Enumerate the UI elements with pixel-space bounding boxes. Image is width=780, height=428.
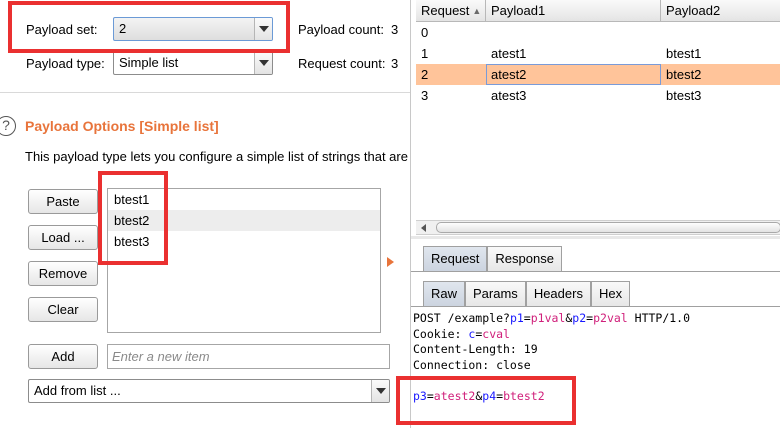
request-line: POST /example?p1=p1val&p2=p2val HTTP/1.0 xyxy=(413,311,780,327)
clear-button[interactable]: Clear xyxy=(28,297,98,322)
column-header-label: Request xyxy=(421,3,470,18)
tab-baseline xyxy=(411,271,780,272)
section-divider xyxy=(0,92,410,93)
add-from-list-select[interactable]: Add from list ... xyxy=(28,379,390,403)
param-name: p4 xyxy=(482,388,497,403)
equals-sign: = xyxy=(426,388,434,403)
request-body-line: p3=atest2&p4=btest2 xyxy=(413,389,780,405)
payload-options-description: This payload type lets you configure a s… xyxy=(25,149,408,164)
results-table: Request ▲ Payload1 Payload2 0 1 atest1 bt… xyxy=(416,0,780,106)
load-button[interactable]: Load ... xyxy=(28,225,98,250)
tab-response[interactable]: Response xyxy=(487,246,562,272)
chevron-down-icon[interactable] xyxy=(254,52,272,74)
table-header: Request ▲ Payload1 Payload2 xyxy=(416,0,780,22)
payload-set-value: 2 xyxy=(119,21,127,36)
cell-payload1: atest1 xyxy=(491,46,527,61)
cell-payload2: btest2 xyxy=(666,67,702,82)
payload-count-label: Payload count: xyxy=(298,22,385,37)
cell-request: 2 xyxy=(421,67,429,82)
list-item[interactable]: btest2 xyxy=(108,210,380,231)
cell-payload1: atest2 xyxy=(486,64,661,85)
cell-payload1 xyxy=(486,22,661,43)
payload-type-label: Payload type: xyxy=(26,56,105,71)
table-row[interactable]: 0 xyxy=(416,22,780,43)
header-name: Cookie: xyxy=(413,326,469,341)
results-panel: Request ▲ Payload1 Payload2 0 1 atest1 bt… xyxy=(410,0,780,428)
tab-request[interactable]: Request xyxy=(423,246,488,272)
sort-ascending-icon: ▲ xyxy=(472,6,482,16)
help-icon[interactable]: ? xyxy=(0,116,16,136)
list-item[interactable]: btest3 xyxy=(108,231,380,252)
param-value: btest2 xyxy=(503,388,545,403)
payload-set-select[interactable]: 2 xyxy=(113,17,273,41)
param-name: p1 xyxy=(509,311,524,325)
message-tabs: Request Response xyxy=(423,246,562,272)
param-name: p3 xyxy=(413,388,427,403)
cell-request: 3 xyxy=(421,88,429,103)
http-version: HTTP/1.0 xyxy=(627,311,691,325)
chevron-down-icon[interactable] xyxy=(254,18,272,40)
table-row-selected[interactable]: 2 atest2 btest2 xyxy=(416,64,780,85)
payload-list[interactable]: btest1 btest2 btest3 xyxy=(107,188,381,333)
connection-line: Connection: close xyxy=(413,357,531,372)
cell-payload2: btest3 xyxy=(666,88,702,103)
tab-raw[interactable]: Raw xyxy=(423,281,466,307)
list-item[interactable]: btest1 xyxy=(108,189,380,210)
scroll-left-icon[interactable] xyxy=(416,221,432,234)
table-row[interactable]: 1 atest1 btest1 xyxy=(416,43,780,64)
tab-headers[interactable]: Headers xyxy=(525,281,591,307)
add-from-list-value: Add from list ... xyxy=(34,383,121,398)
remove-button[interactable]: Remove xyxy=(28,261,98,286)
tab-baseline xyxy=(411,306,780,307)
cell-payload2: btest1 xyxy=(666,46,702,61)
param-value: p2val xyxy=(593,311,628,325)
view-tabs: Raw Params Headers Hex xyxy=(423,281,631,307)
request-count-value: 3 xyxy=(391,56,399,71)
new-item-input[interactable] xyxy=(107,344,390,369)
tab-hex[interactable]: Hex xyxy=(590,281,631,307)
collapse-arrow-icon[interactable] xyxy=(387,257,394,267)
paste-button[interactable]: Paste xyxy=(28,189,98,214)
add-button[interactable]: Add xyxy=(28,344,98,369)
payload-count-value: 3 xyxy=(391,22,399,37)
param-value: atest2 xyxy=(433,388,476,403)
param-name: p2 xyxy=(572,311,587,325)
param-value: cval xyxy=(482,326,510,341)
chevron-down-icon[interactable] xyxy=(371,380,389,402)
split-divider[interactable] xyxy=(411,236,780,239)
raw-request-editor[interactable]: POST /example?p1=p1val&p2=p2val HTTP/1.0… xyxy=(413,311,780,428)
horizontal-scrollbar[interactable] xyxy=(416,220,780,235)
cell-payload2 xyxy=(661,22,780,43)
cell-payload1: atest3 xyxy=(491,88,527,103)
content-length-line: Content-Length: 19 xyxy=(413,342,538,356)
cookie-header-line: Cookie: c=cval xyxy=(413,327,780,343)
request-count-label: Request count: xyxy=(298,56,386,71)
payload-type-select[interactable]: Simple list xyxy=(113,51,273,75)
scrollbar-thumb[interactable] xyxy=(436,222,780,233)
column-header-payload1[interactable]: Payload1 xyxy=(486,0,661,22)
payload-set-label: Payload set: xyxy=(26,22,98,37)
payloads-panel: Payload set: 2 Payload count: 3 Payload … xyxy=(0,0,410,428)
column-header-payload2[interactable]: Payload2 xyxy=(661,0,780,22)
cell-request: 1 xyxy=(421,46,429,61)
payload-options-title: Payload Options [Simple list] xyxy=(25,118,219,134)
payload-type-value: Simple list xyxy=(119,55,179,70)
request-path: POST /example? xyxy=(413,311,510,325)
equals-sign: = xyxy=(523,311,531,325)
cell-request: 0 xyxy=(421,25,429,40)
column-header-request[interactable]: Request ▲ xyxy=(416,0,486,22)
param-value: p1val xyxy=(530,311,566,325)
tab-params[interactable]: Params xyxy=(465,281,526,307)
table-row[interactable]: 3 atest3 btest3 xyxy=(416,85,780,106)
